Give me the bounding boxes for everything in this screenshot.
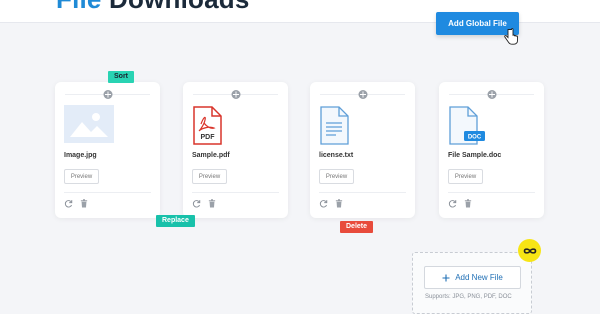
hand-cursor-icon bbox=[504, 28, 518, 45]
preview-button[interactable]: Preview bbox=[64, 169, 99, 184]
page-title: File Downloads bbox=[56, 0, 250, 15]
supported-formats-text: Supports: JPG, PNG, PDF, DOC bbox=[425, 294, 512, 300]
refresh-icon[interactable] bbox=[448, 199, 457, 208]
file-name: File Sample.doc bbox=[448, 152, 502, 159]
trash-icon[interactable] bbox=[464, 199, 472, 208]
file-card-doc: DOC File Sample.doc Preview bbox=[439, 82, 544, 218]
trash-icon[interactable] bbox=[80, 199, 88, 208]
refresh-icon[interactable] bbox=[319, 199, 328, 208]
pdf-icon-label: PDF bbox=[201, 134, 216, 141]
drag-handle-icon[interactable] bbox=[358, 90, 367, 99]
page-title-accent: File bbox=[56, 0, 102, 14]
divider bbox=[319, 192, 406, 193]
trash-icon[interactable] bbox=[335, 199, 343, 208]
divider bbox=[192, 192, 279, 193]
preview-button[interactable]: Preview bbox=[192, 169, 227, 184]
refresh-icon[interactable] bbox=[64, 199, 73, 208]
delete-tag: Delete bbox=[340, 221, 374, 233]
replace-tag: Replace bbox=[156, 215, 195, 227]
file-card-pdf: PDF Sample.pdf Preview bbox=[183, 82, 288, 218]
text-file-icon bbox=[320, 106, 349, 145]
trash-icon[interactable] bbox=[208, 199, 216, 208]
infinity-icon bbox=[518, 239, 541, 262]
drag-handle-icon[interactable] bbox=[231, 90, 240, 99]
file-name: Image.jpg bbox=[64, 152, 97, 159]
add-new-file-button[interactable]: Add New File bbox=[424, 266, 521, 289]
add-new-file-label: Add New File bbox=[455, 273, 503, 282]
file-name: license.txt bbox=[319, 152, 354, 159]
file-card-image: Image.jpg Preview bbox=[55, 82, 160, 218]
refresh-icon[interactable] bbox=[192, 199, 201, 208]
drag-handle-icon[interactable] bbox=[487, 90, 496, 99]
preview-button[interactable]: Preview bbox=[319, 169, 354, 184]
pdf-file-icon: PDF bbox=[193, 106, 222, 145]
image-icon bbox=[64, 105, 114, 143]
doc-icon-label: DOC bbox=[468, 135, 482, 141]
preview-button[interactable]: Preview bbox=[448, 169, 483, 184]
page-title-main: Downloads bbox=[109, 0, 249, 14]
file-name: Sample.pdf bbox=[192, 152, 230, 159]
file-card-txt: license.txt Preview bbox=[310, 82, 415, 218]
divider bbox=[448, 192, 535, 193]
drag-handle-icon[interactable] bbox=[103, 90, 112, 99]
divider bbox=[64, 192, 151, 193]
doc-file-icon: DOC bbox=[449, 106, 485, 145]
plus-icon bbox=[442, 274, 450, 281]
sort-tag: Sort bbox=[108, 71, 134, 83]
